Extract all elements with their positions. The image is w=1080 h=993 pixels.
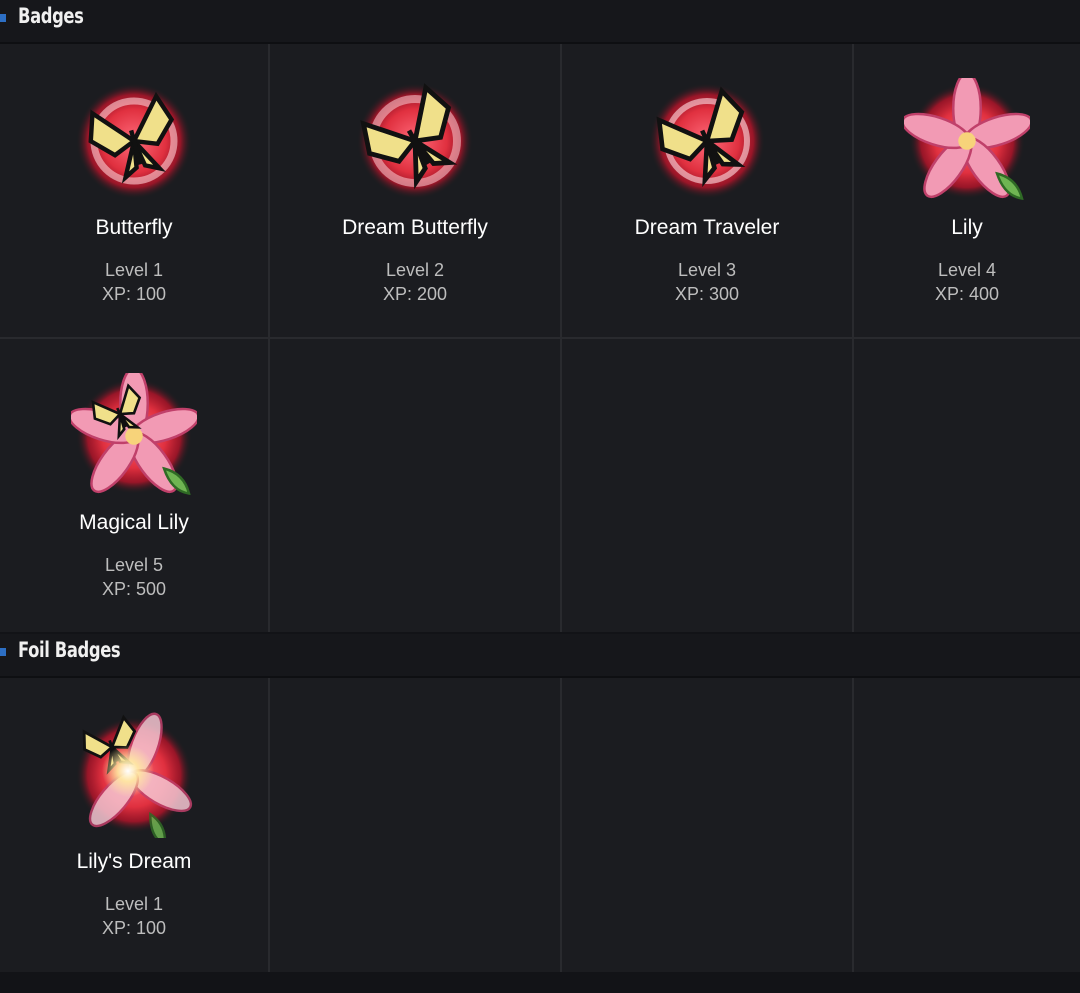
empty-badge-slot <box>270 678 560 972</box>
badge-xp: XP: 400 <box>934 284 1000 304</box>
dream-butterfly-badge-icon <box>352 78 478 199</box>
section-title: Foil Badges <box>18 638 121 662</box>
magical-lily-badge-icon <box>71 373 197 499</box>
badge-name: Lily <box>951 216 983 239</box>
badge-card[interactable]: Dream Traveler Level 3 XP: 300 <box>562 44 852 337</box>
badges-grid: Butterfly Level 1 XP: 100 Dream Butterfl… <box>0 44 1080 632</box>
badge-name: Magical Lily <box>79 511 189 534</box>
lily-badge-icon <box>904 78 1030 204</box>
badge-name: Dream Traveler <box>634 216 780 239</box>
empty-badge-slot <box>270 339 560 632</box>
empty-badge-slot <box>562 339 852 632</box>
empty-badge-slot <box>854 678 1080 972</box>
badge-xp: XP: 100 <box>101 284 167 304</box>
section-marker <box>0 14 6 22</box>
badge-level: Level 1 <box>104 894 164 914</box>
lilys-dream-badge-icon <box>76 712 193 838</box>
badge-card[interactable]: Lily's Dream Level 1 XP: 100 <box>0 678 268 972</box>
badge-level: Level 1 <box>104 260 164 280</box>
badge-xp: XP: 200 <box>382 284 448 304</box>
badges-section-header: Badges <box>0 0 1080 44</box>
badge-card[interactable]: Butterfly Level 1 XP: 100 <box>0 44 268 337</box>
empty-badge-slot <box>854 339 1080 632</box>
empty-badge-slot <box>562 678 852 972</box>
badge-card[interactable]: Magical Lily Level 5 XP: 500 <box>0 339 268 632</box>
badge-level: Level 5 <box>104 555 164 575</box>
badge-level: Level 2 <box>385 260 445 280</box>
foil-badges-grid: Lily's Dream Level 1 XP: 100 <box>0 678 1080 972</box>
badge-level: Level 3 <box>677 260 737 280</box>
badge-name: Butterfly <box>95 216 173 239</box>
badge-xp: XP: 100 <box>101 918 167 938</box>
butterfly-badge-icon <box>76 83 192 199</box>
dream-traveler-badge-icon <box>644 83 765 199</box>
badge-name: Dream Butterfly <box>342 216 488 239</box>
badge-name: Lily's Dream <box>76 850 192 873</box>
badge-xp: XP: 500 <box>101 579 167 599</box>
badge-card[interactable]: Lily Level 4 XP: 400 <box>854 44 1080 337</box>
badge-xp: XP: 300 <box>674 284 740 304</box>
foil-badges-section-header: Foil Badges <box>0 634 1080 678</box>
section-marker <box>0 648 6 656</box>
badge-level: Level 4 <box>937 260 997 280</box>
badge-card[interactable]: Dream Butterfly Level 2 XP: 200 <box>270 44 560 337</box>
section-title: Badges <box>18 4 84 28</box>
